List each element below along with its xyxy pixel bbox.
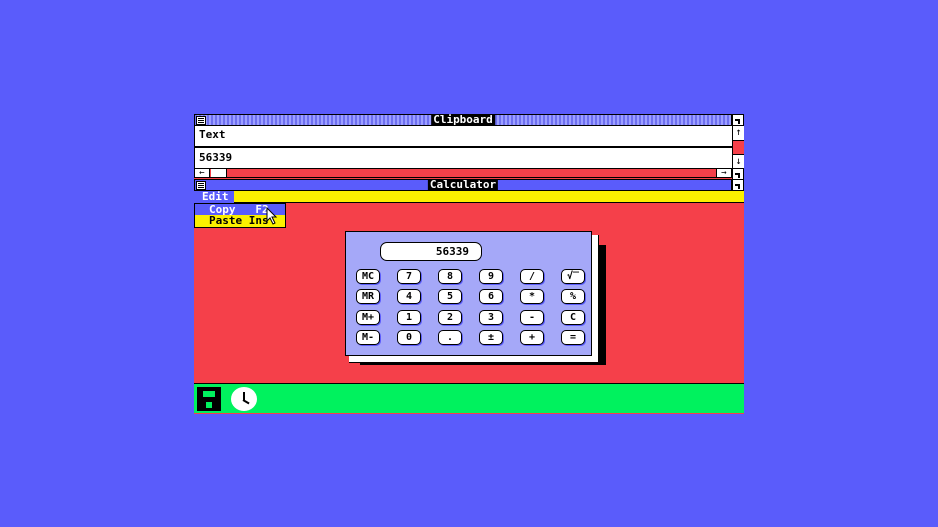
disk-icon[interactable] [197, 387, 221, 411]
scroll-left-arrow-icon[interactable]: ← [195, 169, 210, 178]
mouse-pointer-icon [266, 207, 278, 225]
key-8-button[interactable]: 8 [438, 269, 462, 284]
calculator-menu-bar: Edit [194, 191, 744, 203]
scroll-down-arrow-icon[interactable]: ↓ [733, 154, 744, 169]
calculator-edge [592, 235, 599, 358]
key-0-button[interactable]: 0 [397, 330, 421, 345]
key-subtract-button[interactable]: - [520, 310, 544, 325]
key-m-plus-button[interactable]: M+ [356, 310, 380, 325]
clipboard-format-label: Text [199, 128, 226, 141]
key-divide-button[interactable]: / [520, 269, 544, 284]
key-9-button[interactable]: 9 [479, 269, 503, 284]
clipboard-vertical-scrollbar[interactable]: ↑ ↓ [732, 126, 744, 172]
key-mc-button[interactable]: MC [356, 269, 380, 284]
clipboard-title: Clipboard [431, 113, 495, 126]
calculator-edge [349, 356, 598, 363]
clipboard-horizontal-scrollbar[interactable]: ← → [194, 168, 732, 178]
key-multiply-button[interactable]: * [520, 289, 544, 304]
key-3-button[interactable]: 3 [479, 310, 503, 325]
divider [195, 146, 732, 148]
key-5-button[interactable]: 5 [438, 289, 462, 304]
calculator-body: 56339 MC 7 8 9 / √‾ MR 4 5 6 *% M+ 1 2 3 - C M- 0. ± + = [345, 231, 592, 356]
key-sqrt-button[interactable]: √‾ [561, 269, 585, 284]
key-2-button[interactable]: 2 [438, 310, 462, 325]
calculator-title-bar[interactable]: Calculator [194, 179, 732, 191]
menu-edit[interactable]: Edit [194, 191, 234, 203]
calculator-system-menu-icon[interactable] [196, 181, 206, 190]
calculator-resize-icon[interactable] [732, 179, 744, 191]
icon-bar [194, 383, 744, 413]
key-add-button[interactable]: + [520, 330, 544, 345]
key-6-button[interactable]: 6 [479, 289, 503, 304]
clipboard-content-area: Text 56339 [194, 126, 732, 172]
scroll-right-arrow-icon[interactable]: → [716, 169, 731, 178]
clipboard-resize-icon[interactable] [732, 114, 744, 126]
clipboard-system-menu-icon[interactable] [196, 116, 206, 125]
key-m-minus-button[interactable]: M- [356, 330, 380, 345]
clipboard-text: 56339 [199, 151, 233, 164]
key-decimal-button[interactable]: . [438, 330, 462, 345]
calculator-display: 56339 [380, 242, 482, 261]
key-clear-button[interactable]: C [561, 310, 585, 325]
key-sign-button[interactable]: ± [479, 330, 503, 345]
key-equals-button[interactable]: = [561, 330, 585, 345]
calculator-title: Calculator [427, 178, 499, 191]
scroll-up-arrow-icon[interactable]: ↑ [733, 126, 744, 141]
scroll-thumb[interactable] [211, 169, 227, 177]
clock-icon[interactable] [231, 387, 257, 411]
key-1-button[interactable]: 1 [397, 310, 421, 325]
clipboard-title-bar[interactable]: Clipboard [194, 114, 732, 126]
key-4-button[interactable]: 4 [397, 289, 421, 304]
key-7-button[interactable]: 7 [397, 269, 421, 284]
key-mr-button[interactable]: MR [356, 289, 380, 304]
key-percent-button[interactable]: % [561, 289, 585, 304]
desktop-workspace: Clipboard Text 56339 ↑ ↓ ← → Calculator … [194, 114, 744, 414]
